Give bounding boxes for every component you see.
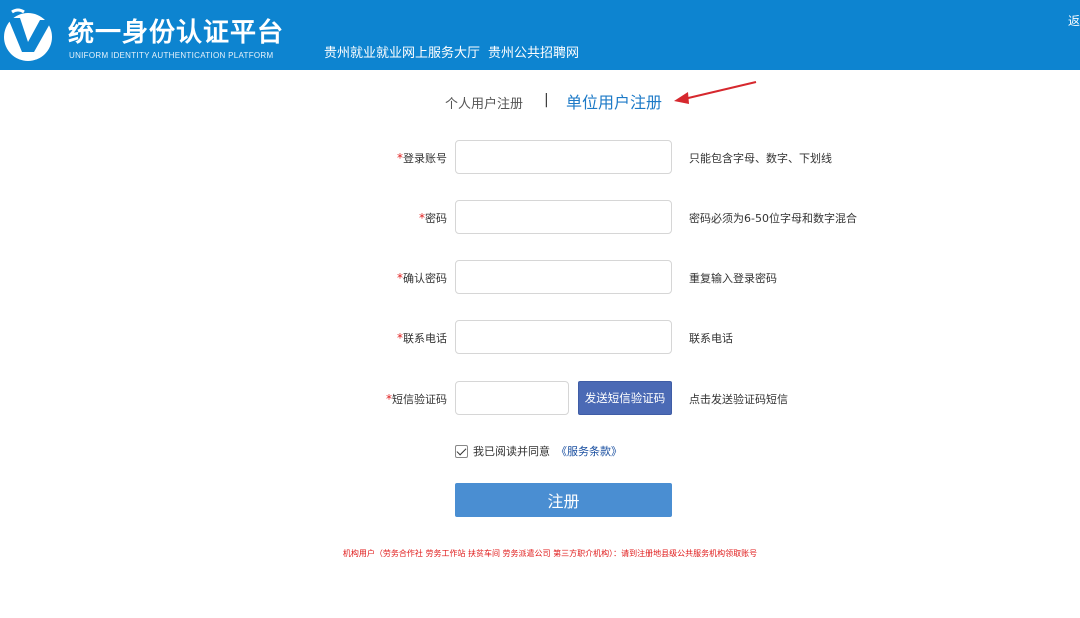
- sms-code-hint: 点击发送验证码短信: [689, 393, 788, 406]
- phone-label-text: 联系电话: [403, 332, 447, 345]
- agree-text: 我已阅读并同意: [473, 445, 550, 458]
- logo-icon: [4, 8, 52, 61]
- link-public-recruitment[interactable]: 贵州公共招聘网: [488, 42, 579, 61]
- account-input[interactable]: [455, 140, 672, 174]
- tab-separator: |: [544, 92, 549, 108]
- form-row-sms-code: *短信验证码 发送短信验证码 点击发送验证码短信: [0, 381, 1080, 417]
- institution-notice: 机构用户（劳务合作社 劳务工作站 扶贫车间 劳务派遣公司 第三方职介机构）：请到…: [342, 549, 758, 558]
- sms-code-label: *短信验证码: [386, 391, 447, 407]
- account-label: *登录账号: [397, 150, 447, 166]
- header-links: 贵州就业就业网上服务大厅 贵州公共招聘网: [324, 42, 579, 61]
- send-sms-code-button[interactable]: 发送短信验证码: [578, 381, 672, 415]
- password-hint: 密码必须为6-50位字母和数字混合: [689, 212, 857, 225]
- logo-title: 统一身份认证平台: [68, 18, 285, 48]
- confirm-password-hint: 重复输入登录密码: [689, 272, 777, 285]
- link-employment-service-hall[interactable]: 贵州就业就业网上服务大厅: [324, 42, 480, 61]
- confirm-password-label-text: 确认密码: [403, 272, 447, 285]
- register-button[interactable]: 注册: [455, 483, 672, 517]
- form-row-confirm-password: *确认密码 重复输入登录密码: [0, 260, 1080, 296]
- password-label: *密码: [419, 210, 447, 226]
- tab-personal-register[interactable]: 个人用户注册: [445, 93, 523, 112]
- tab-company-register[interactable]: 单位用户注册: [566, 89, 662, 113]
- sms-code-label-text: 短信验证码: [392, 393, 447, 406]
- phone-input[interactable]: [455, 320, 672, 354]
- annotation-arrow-icon: [674, 81, 757, 104]
- sms-code-input[interactable]: [455, 381, 569, 415]
- register-type-tabs: 个人用户注册 | 单位用户注册: [0, 88, 1080, 114]
- phone-label: *联系电话: [397, 330, 447, 346]
- logo-subtitle: UNIFORM IDENTITY AUTHENTICATION PLATFORM: [69, 51, 274, 60]
- phone-hint: 联系电话: [689, 332, 733, 345]
- back-link[interactable]: 返回: [1068, 12, 1080, 29]
- terms-of-service-link[interactable]: 《服务条款》: [556, 443, 622, 459]
- form-row-phone: *联系电话 联系电话: [0, 320, 1080, 356]
- account-label-text: 登录账号: [403, 152, 447, 165]
- confirm-password-input[interactable]: [455, 260, 672, 294]
- agreement-row: 我已阅读并同意 《服务条款》: [455, 443, 622, 459]
- form-row-account: *登录账号 只能包含字母、数字、下划线: [0, 140, 1080, 176]
- agree-checkbox[interactable]: [455, 444, 468, 458]
- form-row-password: *密码 密码必须为6-50位字母和数字混合: [0, 200, 1080, 236]
- password-input[interactable]: [455, 200, 672, 234]
- account-hint: 只能包含字母、数字、下划线: [689, 152, 832, 165]
- password-label-text: 密码: [425, 212, 447, 225]
- header-bar: 统一身份认证平台 UNIFORM IDENTITY AUTHENTICATION…: [0, 0, 1080, 70]
- confirm-password-label: *确认密码: [397, 270, 447, 286]
